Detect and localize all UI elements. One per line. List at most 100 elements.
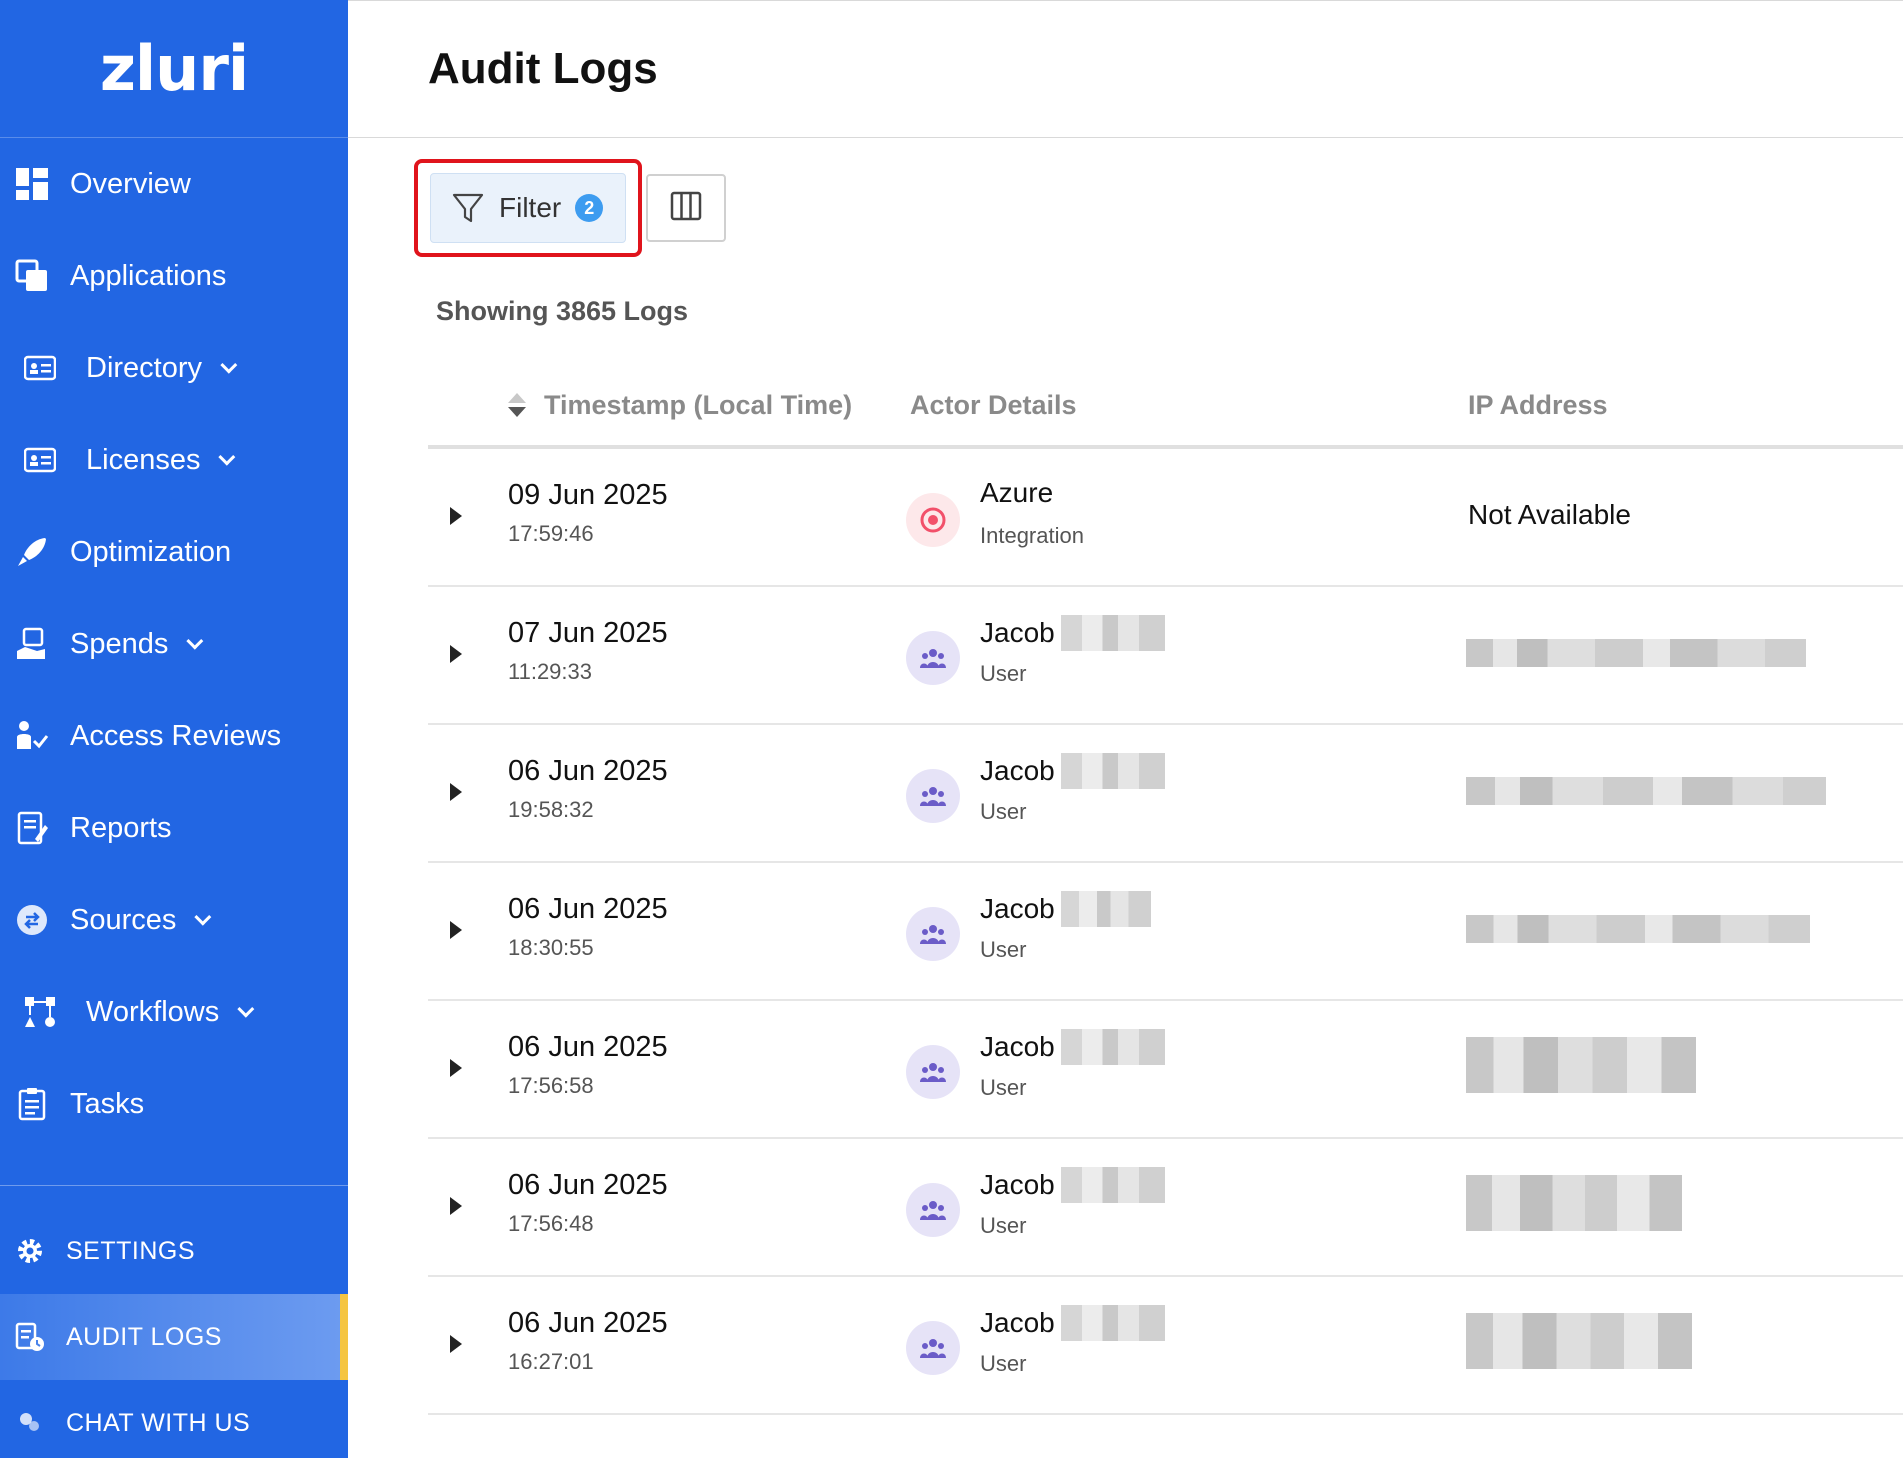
redacted-ip <box>1466 777 1826 805</box>
actor-name: Jacob <box>980 1167 1165 1203</box>
expand-icon[interactable] <box>450 921 462 939</box>
user-group-icon <box>906 907 960 961</box>
table-row[interactable]: 06 Jun 2025 19:58:32 Jacob User <box>428 725 1903 863</box>
sidebar-item-settings[interactable]: SETTINGS <box>0 1208 348 1294</box>
redacted-name <box>1060 1305 1165 1341</box>
expand-icon[interactable] <box>450 783 462 801</box>
actor-role: User <box>980 661 1027 686</box>
sidebar-item-label: CHAT WITH US <box>66 1408 251 1437</box>
sources-icon <box>14 902 50 938</box>
tasks-icon <box>14 1086 50 1122</box>
chevron-down-icon <box>220 356 238 374</box>
expand-icon[interactable] <box>450 645 462 663</box>
sidebar-item-reports[interactable]: Reports <box>0 782 348 874</box>
actor-name: Jacob <box>980 1029 1165 1065</box>
reports-icon <box>14 810 50 846</box>
page-title: Audit Logs <box>428 44 658 93</box>
expand-icon[interactable] <box>450 1335 462 1353</box>
sidebar-item-sources[interactable]: Sources <box>0 874 348 966</box>
log-time: 17:59:46 <box>508 521 594 546</box>
sidebar-item-label: Workflows <box>86 995 220 1028</box>
log-time: 17:56:48 <box>508 1211 594 1236</box>
table-row[interactable]: 06 Jun 2025 16:27:01 Jacob User <box>428 1277 1903 1415</box>
column-timestamp[interactable]: Timestamp (Local Time) <box>508 390 852 421</box>
sidebar-item-directory[interactable]: Directory <box>0 322 348 414</box>
sidebar-item-label: Optimization <box>70 535 232 568</box>
sidebar-item-label: Licenses <box>86 443 201 476</box>
sidebar-item-optimization[interactable]: Optimization <box>0 506 348 598</box>
workflows-icon <box>22 994 58 1030</box>
expand-icon[interactable] <box>450 1197 462 1215</box>
redacted-name <box>1060 615 1165 651</box>
chevron-down-icon <box>218 448 236 466</box>
sidebar-item-chat[interactable]: CHAT WITH US <box>0 1380 348 1458</box>
log-date: 06 Jun 2025 <box>508 1031 668 1063</box>
redacted-ip <box>1466 915 1810 943</box>
logo-text: zluri <box>99 32 249 105</box>
actor-role: User <box>980 937 1027 962</box>
audit-log-table: Timestamp (Local Time) Actor Details IP … <box>428 365 1903 1415</box>
sidebar-item-applications[interactable]: Applications <box>0 230 348 322</box>
redacted-name <box>1060 753 1165 789</box>
rocket-icon <box>14 534 50 570</box>
redacted-ip <box>1466 1313 1692 1369</box>
table-row[interactable]: 06 Jun 2025 17:56:48 Jacob User <box>428 1139 1903 1277</box>
table-row[interactable]: 06 Jun 2025 18:30:55 Jacob User <box>428 863 1903 1001</box>
chevron-down-icon <box>194 908 212 926</box>
sidebar-item-audit-logs[interactable]: AUDIT LOGS <box>0 1294 348 1380</box>
directory-icon <box>22 350 58 386</box>
sidebar-item-label: Sources <box>70 903 177 936</box>
audit-log-icon <box>14 1321 46 1353</box>
sidebar-item-label: Spends <box>70 627 169 660</box>
actor-role: User <box>980 799 1027 824</box>
log-date: 07 Jun 2025 <box>508 617 668 649</box>
filter-button[interactable]: Filter 2 <box>430 173 626 243</box>
log-time: 17:56:58 <box>508 1073 594 1098</box>
sidebar-item-licenses[interactable]: Licenses <box>0 414 348 506</box>
licenses-icon <box>22 442 58 478</box>
toolbar: Filter 2 <box>414 159 726 257</box>
redacted-name <box>1060 1029 1165 1065</box>
user-group-icon <box>906 1045 960 1099</box>
gear-icon <box>14 1235 46 1267</box>
log-date: 06 Jun 2025 <box>508 893 668 925</box>
sidebar-item-overview[interactable]: Overview <box>0 138 348 230</box>
sidebar-item-workflows[interactable]: Workflows <box>0 966 348 1058</box>
logo[interactable]: zluri <box>0 0 348 138</box>
table-row[interactable]: 06 Jun 2025 17:56:58 Jacob User <box>428 1001 1903 1139</box>
actor-role: Integration <box>980 523 1084 548</box>
sort-icon[interactable] <box>508 393 526 417</box>
redacted-ip <box>1466 1037 1696 1093</box>
log-date: 06 Jun 2025 <box>508 755 668 787</box>
sidebar-item-label: SETTINGS <box>66 1236 196 1265</box>
log-date: 06 Jun 2025 <box>508 1307 668 1339</box>
sidebar-item-label: Applications <box>70 259 227 292</box>
page-header: Audit Logs <box>348 1 1903 138</box>
sidebar-item-label: Reports <box>70 811 172 844</box>
log-time: 11:29:33 <box>508 659 593 684</box>
log-time: 18:30:55 <box>508 935 594 960</box>
sidebar-item-access-reviews[interactable]: Access Reviews <box>0 690 348 782</box>
sidebar-item-tasks[interactable]: Tasks <box>0 1058 348 1150</box>
expand-icon[interactable] <box>450 507 462 525</box>
columns-button[interactable] <box>646 174 726 242</box>
redacted-name <box>1060 1167 1165 1203</box>
expand-icon[interactable] <box>450 1059 462 1077</box>
user-group-icon <box>906 631 960 685</box>
sidebar-item-label: Access Reviews <box>70 719 282 752</box>
spends-icon <box>14 626 50 662</box>
sidebar-bottom-nav: SETTINGS AUDIT LOGS CHAT WITH US <box>0 1208 348 1458</box>
chevron-down-icon <box>237 1000 255 1018</box>
sidebar-item-spends[interactable]: Spends <box>0 598 348 690</box>
actor-name: Azure <box>980 477 1054 508</box>
main-content: Audit Logs Filter 2 Showing 3865 Logs Ti… <box>348 0 1903 1458</box>
actor-name: Jacob <box>980 1305 1165 1341</box>
actor-role: User <box>980 1213 1027 1238</box>
table-row[interactable]: 09 Jun 2025 17:59:46 Azure Integration N… <box>428 449 1903 587</box>
table-row[interactable]: 07 Jun 2025 11:29:33 Jacob User <box>428 587 1903 725</box>
chat-icon <box>14 1407 46 1439</box>
user-group-icon <box>906 769 960 823</box>
sidebar-item-label: Overview <box>70 167 191 200</box>
actor-role: User <box>980 1351 1027 1376</box>
sidebar-divider <box>0 1185 348 1186</box>
